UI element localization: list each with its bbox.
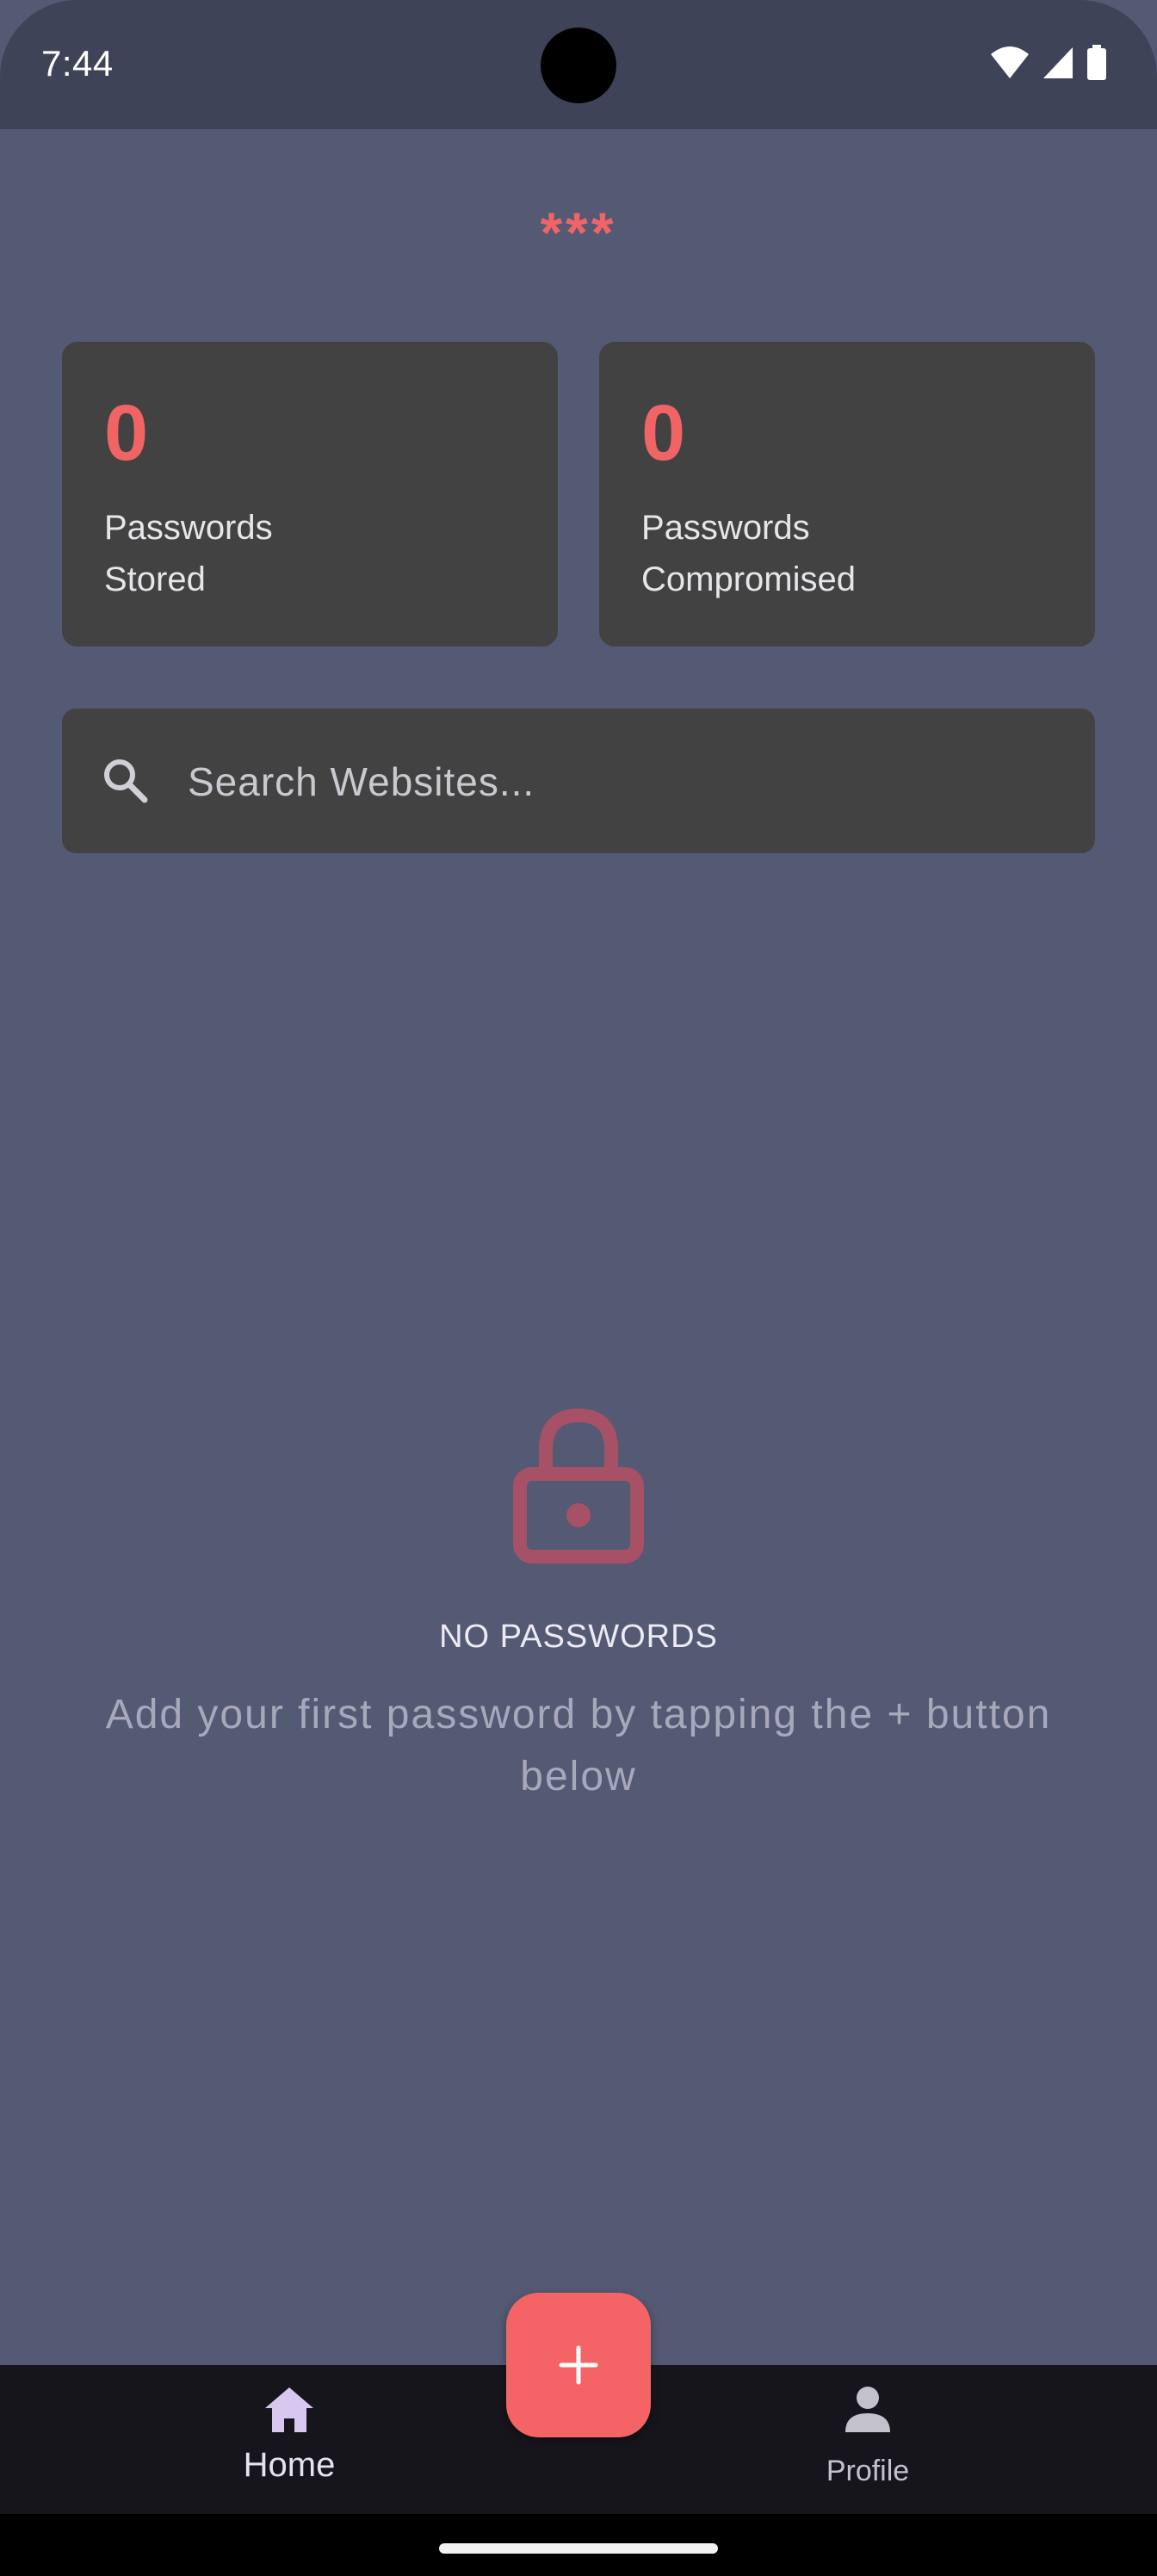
gesture-handle[interactable]: [439, 2543, 718, 2554]
cell-signal-icon: [1043, 47, 1073, 78]
nav-label-profile: Profile: [826, 2455, 910, 2487]
nav-item-profile[interactable]: Profile: [696, 2365, 1040, 2514]
camera-cutout: [541, 28, 616, 103]
compromised-label: Passwords Compromised: [641, 509, 856, 598]
nav-label-home: Home: [243, 2446, 336, 2484]
app-title: ***: [540, 201, 617, 264]
lock-icon: [513, 1408, 644, 1564]
add-password-button[interactable]: [506, 2293, 651, 2437]
wifi-icon: [991, 46, 1029, 78]
stored-count: 0: [104, 389, 149, 477]
search-input[interactable]: [186, 746, 1050, 817]
stat-card-stored: 0 Passwords Stored: [62, 342, 558, 647]
battery-icon: [1087, 45, 1106, 80]
home-icon: [265, 2387, 313, 2432]
empty-state-title: NO PASSWORDS: [439, 1619, 718, 1655]
search-bar[interactable]: [62, 709, 1095, 853]
compromised-count: 0: [641, 389, 686, 477]
status-bar: 7:44: [0, 0, 1157, 129]
gesture-bar-area: [0, 2514, 1157, 2576]
stat-card-compromised: 0 Passwords Compromised: [599, 342, 1095, 647]
plus-icon: [559, 2345, 598, 2385]
app-screen: 7:44 *** 0 Passwords Stored 0 Passwords …: [0, 0, 1157, 2576]
status-time: 7:44: [41, 43, 114, 84]
nav-item-home[interactable]: Home: [117, 2365, 461, 2514]
status-icons: [990, 45, 1107, 81]
empty-state-subtitle: Add your first password by tapping the +…: [105, 1692, 1052, 1799]
search-icon: [104, 759, 148, 803]
stored-label: Passwords Stored: [104, 509, 273, 598]
person-icon: [845, 2387, 890, 2432]
